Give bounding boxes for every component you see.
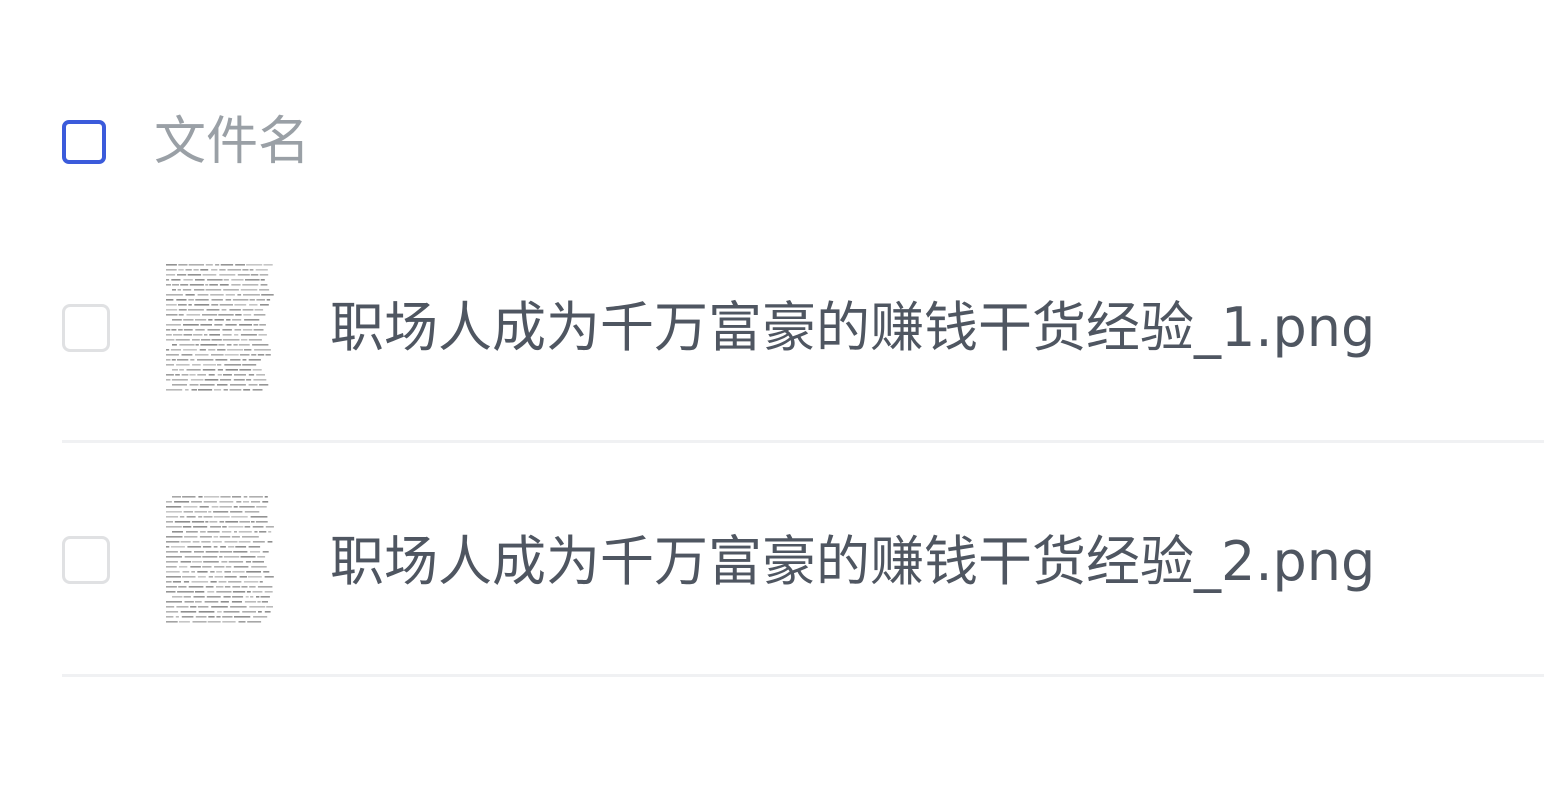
file-list-header: 文件名 bbox=[0, 96, 1544, 196]
document-preview-icon bbox=[166, 264, 274, 391]
column-header-filename[interactable]: 文件名 bbox=[154, 112, 310, 172]
file-row-checkbox[interactable] bbox=[62, 536, 110, 584]
file-row-checkbox[interactable] bbox=[62, 304, 110, 352]
file-thumbnail[interactable] bbox=[164, 492, 276, 630]
file-row[interactable]: 职场人成为千万富豪的赚钱干货经验_1.png bbox=[0, 210, 1544, 444]
file-row[interactable]: 职场人成为千万富豪的赚钱干货经验_2.png bbox=[0, 444, 1544, 678]
file-name[interactable]: 职场人成为千万富豪的赚钱干货经验_2.png bbox=[330, 530, 1375, 594]
row-divider bbox=[62, 674, 1544, 677]
file-thumbnail[interactable] bbox=[164, 260, 276, 398]
select-all-checkbox[interactable] bbox=[62, 120, 106, 164]
file-list: 文件名 职场人成为千万富豪的赚钱干货经验_1.png 职场人成为千万富豪的赚钱干… bbox=[0, 0, 1544, 796]
file-name[interactable]: 职场人成为千万富豪的赚钱干货经验_1.png bbox=[330, 296, 1375, 360]
row-divider bbox=[62, 440, 1544, 443]
document-preview-icon bbox=[166, 496, 274, 623]
